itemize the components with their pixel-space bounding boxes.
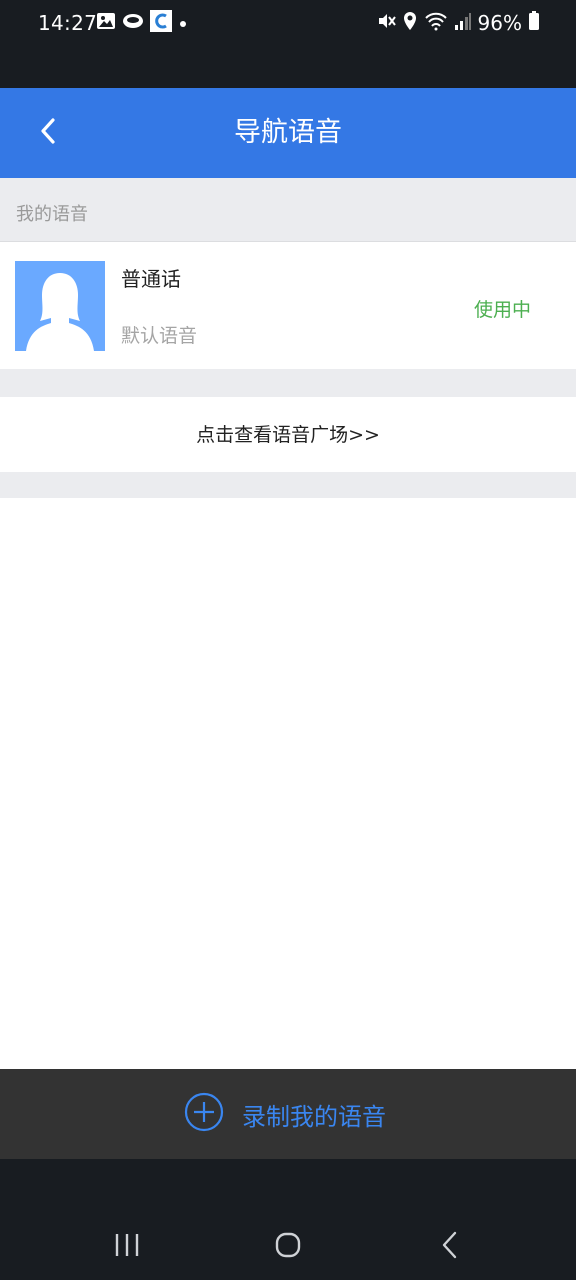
page-title: 导航语音 xyxy=(234,117,342,148)
voice-plaza-link[interactable]: 点击查看语音广场>> xyxy=(0,397,576,472)
dot-icon xyxy=(178,14,188,33)
nav-back-button[interactable] xyxy=(430,1227,470,1267)
battery-icon xyxy=(528,11,540,35)
section-label: 我的语音 xyxy=(16,204,88,225)
app-header: 导航语音 xyxy=(0,88,576,178)
chevron-left-icon xyxy=(38,117,58,149)
home-button[interactable] xyxy=(268,1227,308,1267)
plus-circle-icon xyxy=(184,1092,224,1136)
mute-icon xyxy=(376,11,396,35)
divider xyxy=(0,369,576,397)
record-voice-button[interactable]: 录制我的语音 xyxy=(184,1092,386,1136)
section-header: 我的语音 xyxy=(0,178,576,242)
recents-button[interactable] xyxy=(107,1227,147,1267)
status-left-icons xyxy=(96,10,188,36)
voice-list-item[interactable]: 普通话 默认语音 使用中 xyxy=(0,243,576,369)
cloud-app-icon xyxy=(122,11,144,35)
signal-icon xyxy=(454,11,472,35)
female-avatar-icon xyxy=(15,261,105,351)
voice-subtitle: 默认语音 xyxy=(121,325,198,347)
status-time: 14:27 xyxy=(38,11,98,35)
empty-content-area xyxy=(0,498,576,1069)
back-icon xyxy=(440,1231,460,1263)
image-icon xyxy=(96,11,116,35)
location-icon xyxy=(402,11,418,35)
voice-name: 普通话 xyxy=(121,267,181,291)
battery-percent: 96% xyxy=(477,11,522,35)
record-voice-label: 录制我的语音 xyxy=(242,1102,386,1131)
voice-status-badge: 使用中 xyxy=(473,299,531,321)
record-bar: 录制我的语音 xyxy=(0,1069,576,1159)
system-nav-bar xyxy=(0,1159,576,1280)
home-icon xyxy=(275,1232,301,1262)
wifi-icon xyxy=(424,11,448,35)
back-button[interactable] xyxy=(28,113,68,153)
browser-app-icon xyxy=(150,10,172,36)
status-bar: 14:27 96% xyxy=(0,0,576,88)
status-right: 96% xyxy=(376,11,540,35)
divider xyxy=(0,472,576,498)
recents-icon xyxy=(114,1233,140,1261)
